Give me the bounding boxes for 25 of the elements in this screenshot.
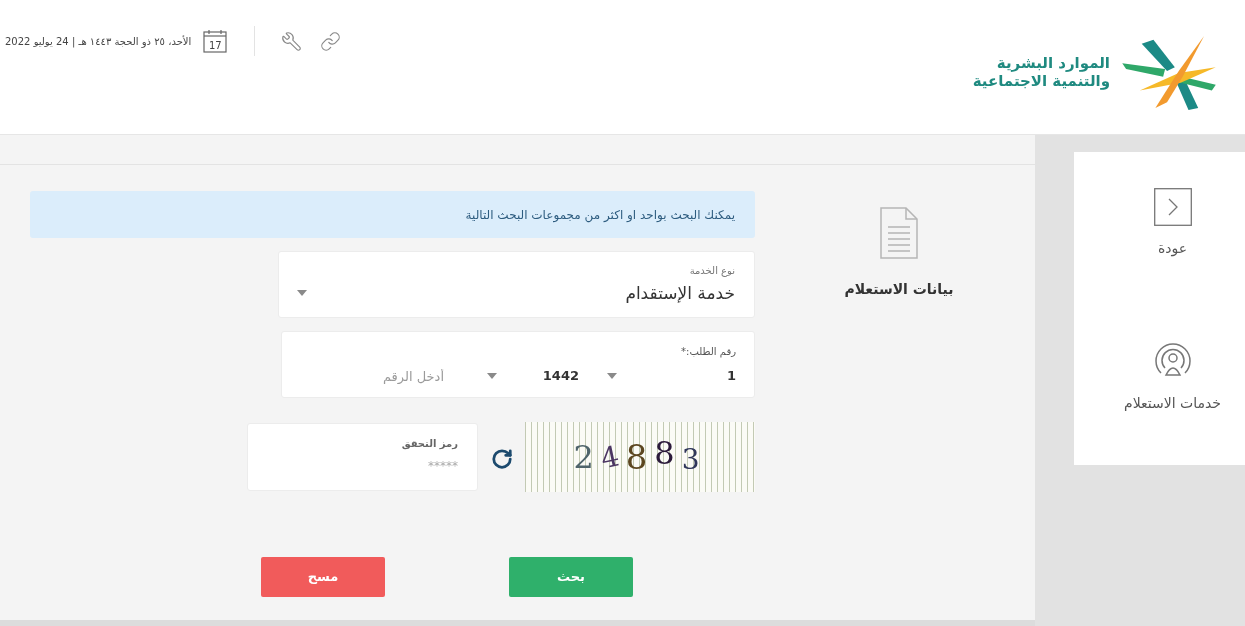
- chevron-box-icon: [1153, 188, 1192, 226]
- document-icon: [880, 207, 918, 259]
- field-label: رمز التحقق: [401, 437, 458, 451]
- logo-text: والتنمية الاجتماعية: [972, 72, 1110, 90]
- section-title: بيانات الاستعلام: [844, 280, 954, 299]
- verification-code-input[interactable]: *****: [268, 457, 458, 475]
- date-text: الأحد، ٢٥ ذو الحجة ١٤٤٣ هـ | 24 يوليو 2022: [5, 34, 192, 49]
- sidebar-item[interactable]: عودة: [1153, 188, 1192, 259]
- service-type-select[interactable]: نوع الخدمة خدمة الإستقدام: [278, 251, 755, 318]
- select-value: خدمة الإستقدام: [625, 282, 735, 305]
- logo-text: الموارد البشرية: [995, 54, 1110, 72]
- caret-icon: [487, 373, 497, 379]
- wrench-icon[interactable]: [281, 30, 303, 52]
- dropdown-select[interactable]: 1: [607, 365, 736, 387]
- caret-icon: [297, 290, 307, 296]
- refresh-icon[interactable]: [491, 448, 513, 470]
- link-icon[interactable]: [320, 30, 342, 52]
- calendar-icon: [203, 29, 228, 53]
- alert-text: يمكنك البحث بواحد او اكثر من مجموعات البحث التالية: [465, 206, 735, 224]
- dropdown-select[interactable]: 1442: [487, 365, 579, 387]
- field-label: رقم الطلب:*: [681, 345, 736, 359]
- field-label: نوع الخدمة: [689, 264, 735, 278]
- calendar-day-text: 17: [208, 39, 222, 53]
- caret-icon: [607, 373, 617, 379]
- sidebar-item[interactable]: خدمات الاستعلام: [1124, 341, 1221, 414]
